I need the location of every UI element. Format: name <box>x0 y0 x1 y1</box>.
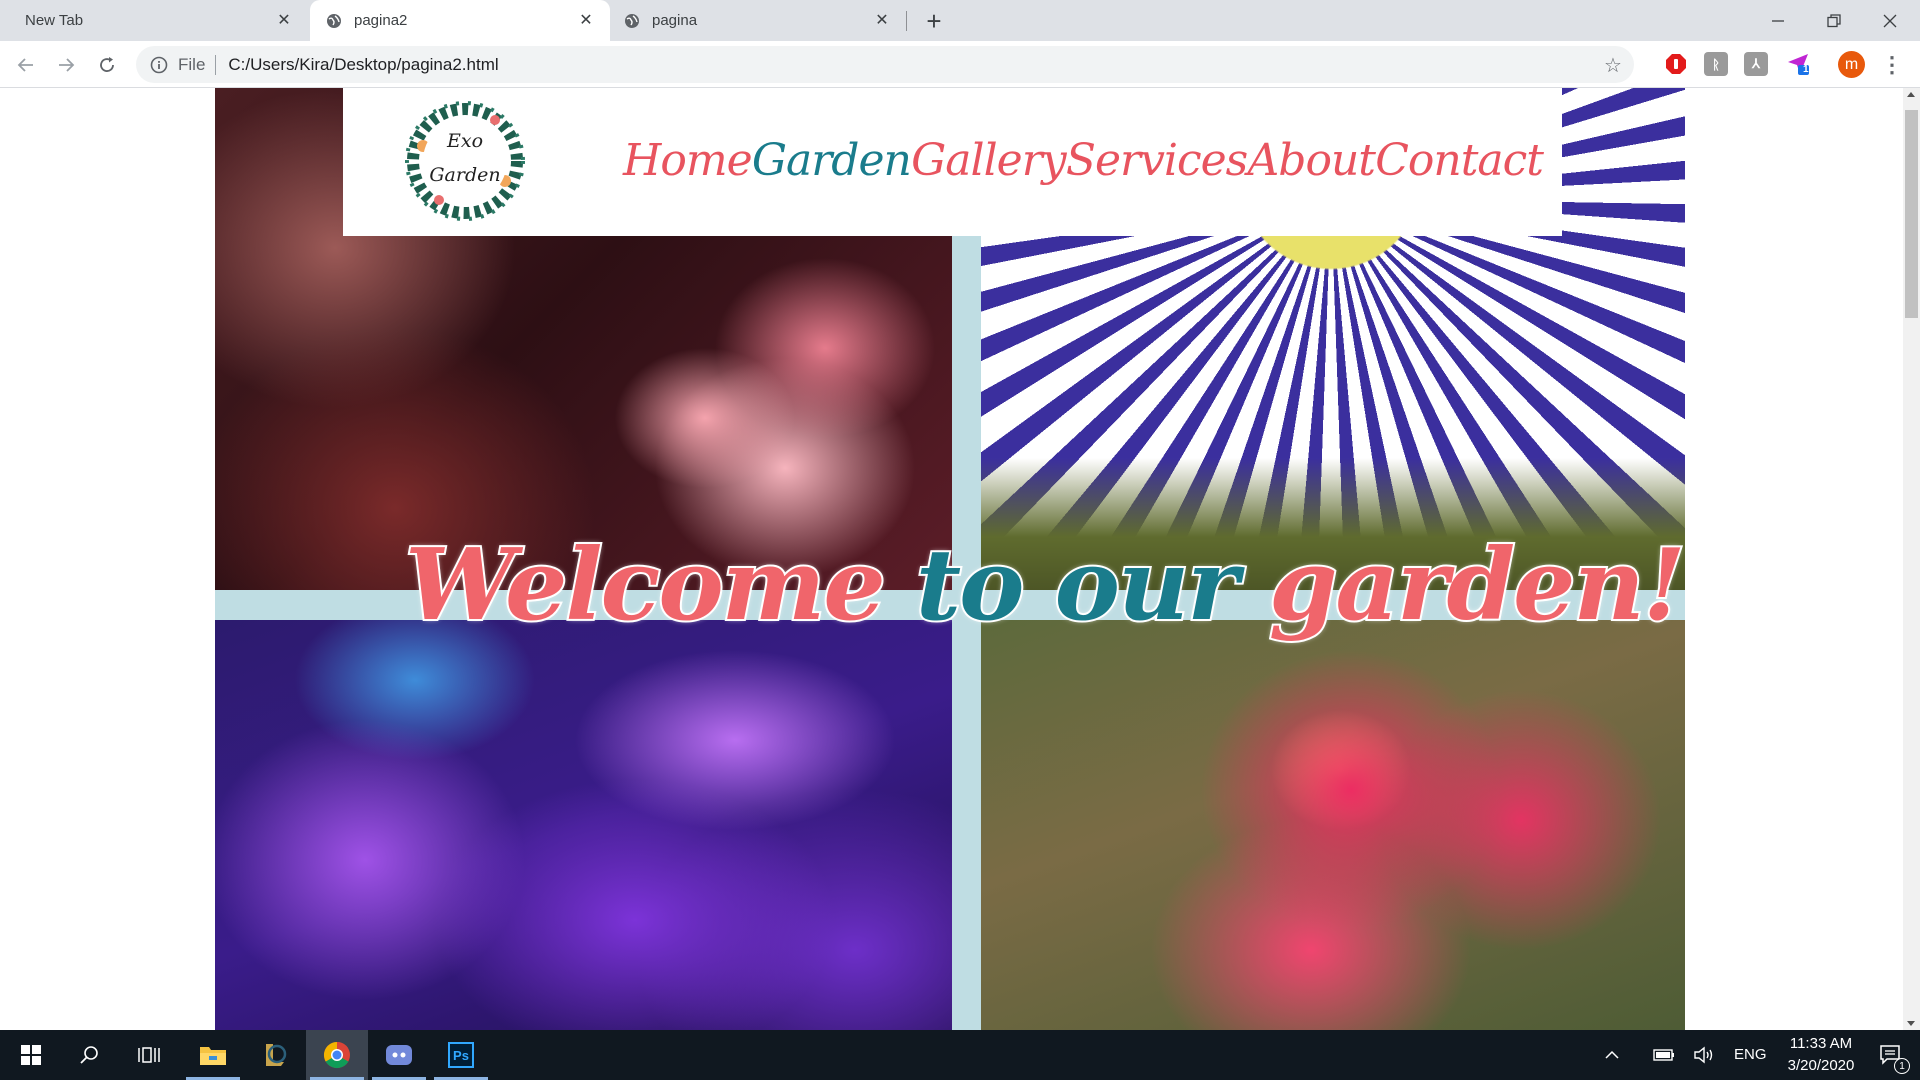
adblock-extension-icon[interactable] <box>1664 52 1688 76</box>
discord-button[interactable] <box>368 1030 430 1080</box>
close-icon[interactable]: ✕ <box>872 10 892 30</box>
minimize-button[interactable] <box>1750 0 1806 41</box>
welcome-heading: Welcome to our garden! <box>403 526 1688 645</box>
welcome-garden: garden! <box>1267 526 1688 645</box>
nav-item-home[interactable]: Home <box>623 135 753 186</box>
page-viewport: Exo Garden Home Garden Gallery Services … <box>0 88 1920 1030</box>
exo-garden-logo[interactable]: Exo Garden <box>395 96 535 226</box>
stop-sign-icon <box>1666 54 1686 74</box>
main-nav: Home Garden Gallery Services About Conta… <box>623 120 1544 200</box>
search-button[interactable] <box>58 1030 120 1080</box>
scroll-thumb[interactable] <box>1905 110 1918 318</box>
photoshop-icon: Ps <box>448 1042 474 1068</box>
folder-icon <box>200 1047 226 1065</box>
extension-gray-icon[interactable]: ᚱ <box>1704 52 1728 76</box>
arrow-left-icon <box>17 58 33 72</box>
close-icon[interactable]: ✕ <box>274 10 294 30</box>
new-tab-button[interactable]: + <box>918 6 950 36</box>
logo-line-2: Garden <box>429 164 501 186</box>
discord-icon <box>386 1045 412 1065</box>
scroll-up-arrow-icon[interactable] <box>1907 92 1915 97</box>
scroll-down-arrow-icon[interactable] <box>1907 1021 1915 1026</box>
site-header: Exo Garden Home Garden Gallery Services … <box>343 88 1562 236</box>
url-scheme-label: File <box>178 54 206 74</box>
welcome-middle: to our <box>914 526 1269 645</box>
tab-title: pagina2 <box>354 12 408 29</box>
task-view-button[interactable] <box>118 1030 180 1080</box>
profile-avatar[interactable]: m <box>1838 51 1865 78</box>
league-of-legends-icon <box>266 1044 287 1066</box>
menu-dots-icon[interactable]: ⋮ <box>1880 51 1904 78</box>
reload-icon <box>100 57 114 72</box>
arrow-right-icon <box>59 58 75 72</box>
league-of-legends-button[interactable] <box>244 1030 306 1080</box>
battery-icon <box>1653 1049 1674 1061</box>
omnibox-divider <box>215 54 217 75</box>
pdf-extension-icon[interactable]: ⅄ <box>1744 52 1768 76</box>
task-view-icon <box>138 1047 160 1063</box>
globe-icon <box>625 13 639 28</box>
globe-icon <box>327 13 341 28</box>
speaker-icon <box>1694 1046 1713 1064</box>
pink-desert-rose-image <box>981 620 1685 1030</box>
tab-pagina2[interactable]: pagina2 ✕ <box>310 0 610 41</box>
forward-button[interactable] <box>50 49 82 81</box>
send-extension-icon[interactable]: 1 <box>1786 52 1810 76</box>
nav-item-contact[interactable]: Contact <box>1375 135 1544 186</box>
chrome-button[interactable] <box>306 1030 368 1080</box>
extension-badge: 1 <box>1803 64 1809 75</box>
purple-flowers-image <box>215 620 952 1030</box>
close-icon[interactable]: ✕ <box>576 10 596 30</box>
close-icon <box>1883 14 1897 27</box>
minimize-icon <box>1772 19 1784 22</box>
back-button[interactable] <box>10 49 42 81</box>
clock-time[interactable]: 11:33 AM <box>1782 1035 1860 1052</box>
site-container: Exo Garden Home Garden Gallery Services … <box>215 88 1688 1030</box>
tab-new-tab[interactable]: New Tab ✕ <box>0 0 308 41</box>
browser-toolbar: File C:/Users/Kira/Desktop/pagina2.html … <box>0 41 1920 88</box>
welcome-word: Welcome <box>403 526 916 645</box>
volume-button[interactable] <box>1686 1030 1722 1080</box>
nav-item-garden[interactable]: Garden <box>752 135 912 186</box>
notification-count-badge: 1 <box>1894 1058 1910 1074</box>
tab-title: New Tab <box>25 12 84 29</box>
tab-pagina[interactable]: pagina ✕ <box>612 0 906 41</box>
photoshop-button[interactable]: Ps <box>430 1030 492 1080</box>
action-center-button[interactable]: 1 <box>1866 1030 1916 1080</box>
logo-line-1: Exo <box>446 130 484 152</box>
restore-icon <box>1827 13 1841 27</box>
windows-logo-icon <box>21 1045 41 1065</box>
language-indicator[interactable]: ENG <box>1734 1046 1767 1063</box>
search-icon <box>80 1046 98 1064</box>
tab-separator <box>906 11 907 31</box>
bookmark-star-icon[interactable]: ☆ <box>1600 52 1626 78</box>
close-window-button[interactable] <box>1862 0 1918 41</box>
clock-date[interactable]: 3/20/2020 <box>1776 1057 1866 1074</box>
windows-taskbar: Ps ENG 11:33 AM 3/20/2020 1 <box>0 1030 1920 1080</box>
start-button[interactable] <box>0 1030 62 1080</box>
url-text[interactable]: C:/Users/Kira/Desktop/pagina2.html <box>228 55 498 75</box>
show-hidden-icons-button[interactable] <box>1594 1030 1630 1080</box>
nav-item-about[interactable]: About <box>1248 135 1376 186</box>
tab-strip: New Tab ✕ pagina2 ✕ pagina ✕ + <box>0 0 1920 41</box>
chrome-icon <box>323 1041 350 1069</box>
vertical-scrollbar[interactable] <box>1903 88 1920 1030</box>
address-bar[interactable]: File C:/Users/Kira/Desktop/pagina2.html … <box>136 46 1634 83</box>
chevron-up-icon <box>1605 1050 1619 1059</box>
wreath-icon <box>405 101 525 221</box>
file-explorer-button[interactable] <box>182 1030 244 1080</box>
info-icon[interactable] <box>150 56 168 74</box>
reload-button[interactable] <box>91 49 123 81</box>
nav-item-services[interactable]: Services <box>1066 135 1248 186</box>
restore-button[interactable] <box>1806 0 1862 41</box>
battery-button[interactable] <box>1646 1030 1682 1080</box>
nav-item-gallery[interactable]: Gallery <box>911 135 1066 186</box>
tab-title: pagina <box>652 12 698 29</box>
